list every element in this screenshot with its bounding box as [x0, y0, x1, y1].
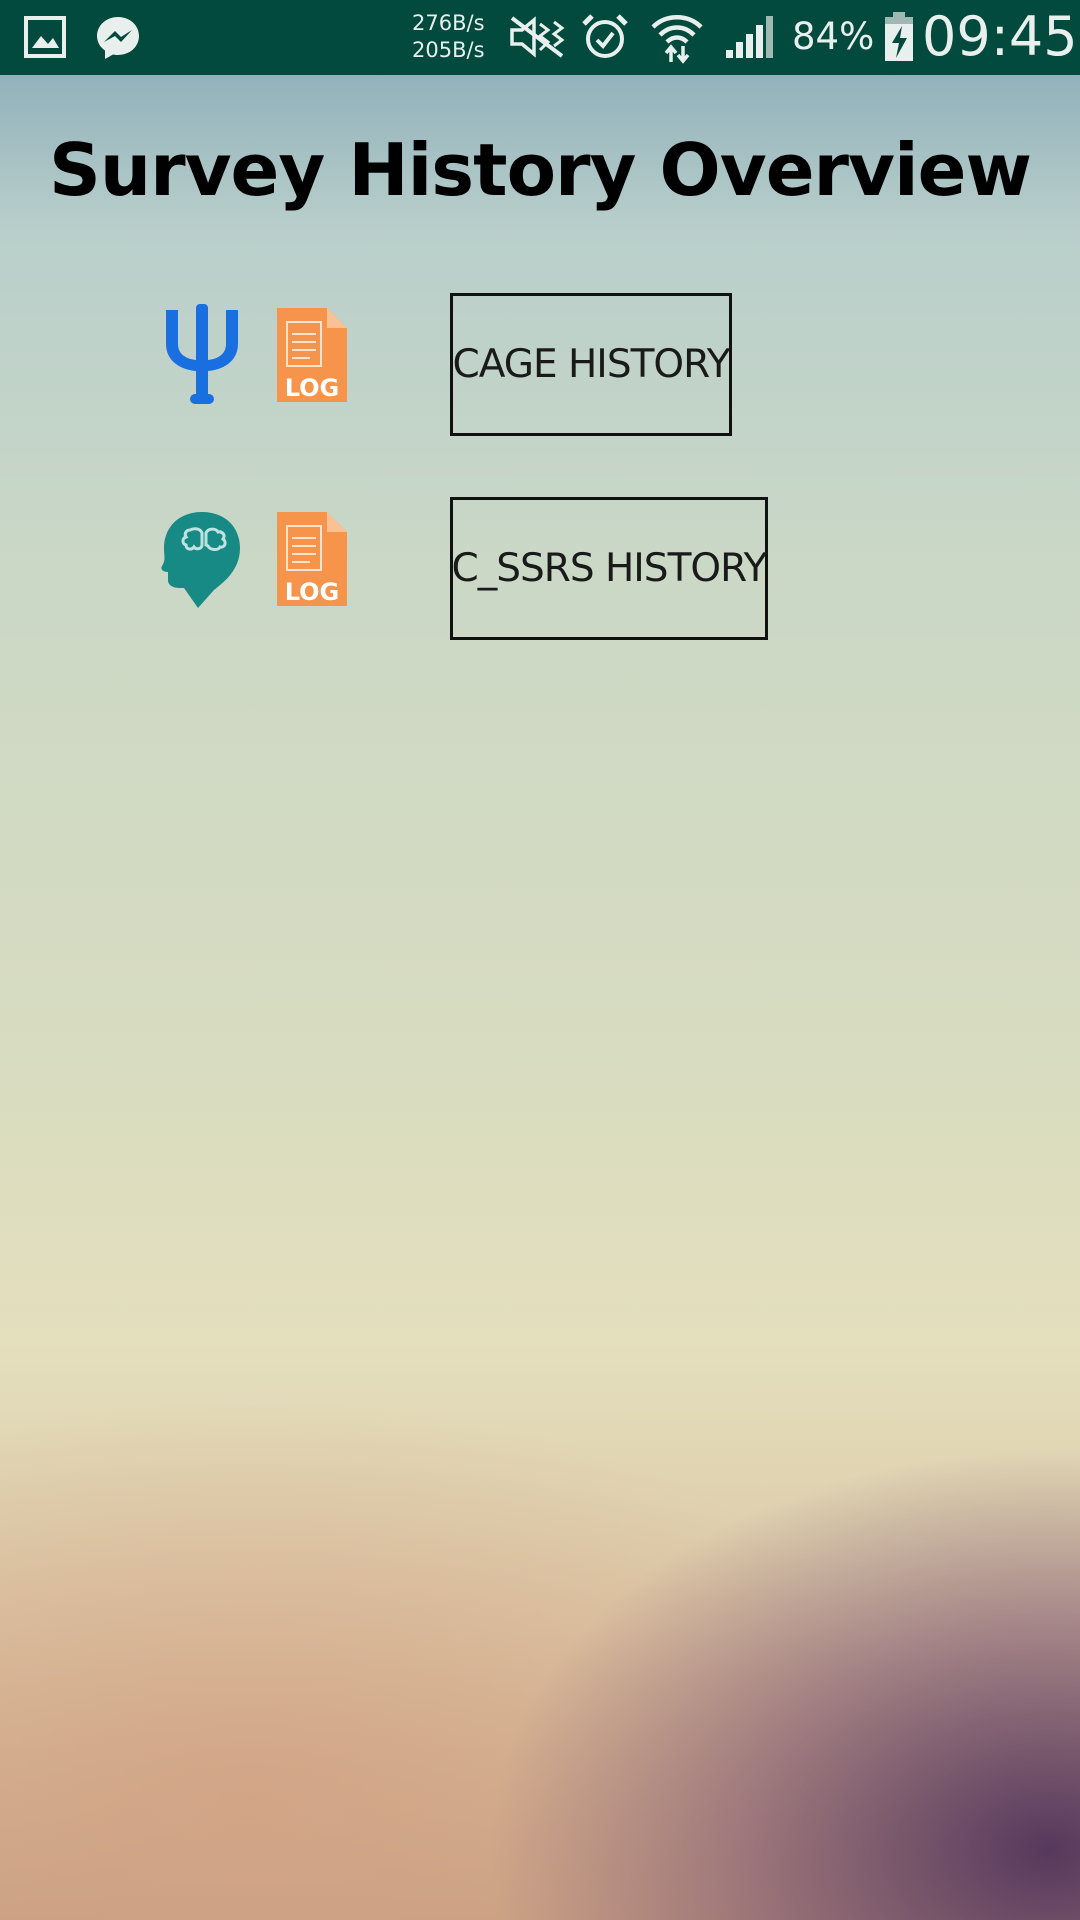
- battery-charging-icon: [885, 12, 913, 61]
- mute-icon: [510, 16, 565, 58]
- wifi-icon: [651, 15, 703, 64]
- page-title: Survey History Overview: [48, 128, 1032, 212]
- gallery-icon: [24, 16, 66, 58]
- log-file-icon: LOG: [277, 512, 347, 606]
- log-file-icon: LOG: [277, 308, 347, 402]
- clock: 09:45: [922, 5, 1078, 68]
- messenger-icon: [97, 17, 139, 59]
- download-speed: 205B/s: [412, 38, 485, 62]
- psi-icon: [166, 304, 238, 404]
- signal-icon: [726, 16, 773, 58]
- cage-history-button[interactable]: CAGE HISTORY: [450, 293, 732, 436]
- status-bar: 276B/s 205B/s 84% 09:45: [0, 0, 1080, 75]
- log-icon-text: LOG: [285, 374, 340, 402]
- cssrs-history-button[interactable]: C_SSRS HISTORY: [450, 497, 768, 640]
- battery-percent: 84%: [792, 15, 875, 58]
- network-speed: 276B/s 205B/s: [412, 10, 485, 64]
- alarm-icon: [582, 14, 628, 58]
- brain-head-icon: [161, 512, 240, 608]
- upload-speed: 276B/s: [412, 11, 485, 35]
- log-icon-text: LOG: [285, 578, 340, 606]
